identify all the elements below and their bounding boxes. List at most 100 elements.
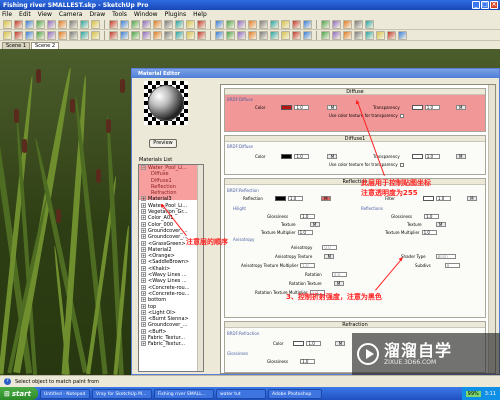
diffuse-color-value[interactable]: 1.0 [294, 105, 310, 110]
hiddenline-icon[interactable] [226, 30, 235, 40]
zoomextents-icon[interactable] [292, 19, 301, 29]
layers-scrollbar[interactable] [488, 85, 495, 373]
expand-icon[interactable]: + [141, 221, 146, 227]
diffuse1-header[interactable]: Diffuse1 [225, 136, 485, 142]
diffuse1-color-map-button[interactable]: M [327, 154, 338, 159]
anisotropy-value[interactable]: 0.0 [322, 245, 338, 250]
settings-icon[interactable] [387, 30, 396, 40]
undo-icon[interactable] [80, 30, 89, 40]
close-icon[interactable]: × [490, 1, 498, 9]
expand-icon[interactable]: + [141, 272, 146, 278]
tape-icon[interactable] [175, 19, 184, 29]
expand-icon[interactable]: + [141, 290, 146, 296]
reflection-map-button[interactable]: M [320, 196, 331, 201]
dimension-icon[interactable] [186, 19, 195, 29]
previous-icon[interactable] [303, 19, 312, 29]
user-icon[interactable] [120, 30, 129, 40]
expand-icon[interactable]: + [141, 328, 146, 334]
rotation-texture-map-button[interactable]: M [333, 281, 344, 286]
hilight-texture-map-button[interactable]: M [309, 222, 320, 227]
help-icon[interactable]: ? [4, 378, 11, 385]
reflections-glossiness-value[interactable]: 1.0 [424, 214, 440, 219]
save-icon[interactable] [25, 30, 34, 40]
select-icon[interactable] [3, 19, 12, 29]
zoom-icon[interactable] [270, 19, 279, 29]
tab-scene-1[interactable]: Scene 1 [2, 42, 31, 49]
task-water-tut[interactable]: water tut [216, 388, 266, 399]
expand-icon[interactable]: + [141, 196, 146, 202]
shadows-icon[interactable] [270, 30, 279, 40]
filter-map-button[interactable]: M [466, 196, 477, 201]
minimize-icon[interactable]: _ [472, 1, 480, 9]
expand-icon[interactable]: + [141, 335, 146, 341]
menu-item-plugins[interactable]: Plugins [165, 11, 187, 18]
diffuse1-color-swatch[interactable] [281, 154, 293, 159]
expand-icon[interactable]: + [141, 240, 146, 246]
paste-icon[interactable] [58, 30, 67, 40]
refraction-glossiness-value[interactable]: 1.0 [300, 359, 316, 364]
expand-icon[interactable]: + [141, 316, 146, 322]
expand-icon[interactable]: + [141, 215, 146, 221]
layers-icon[interactable] [332, 30, 341, 40]
materials-icon[interactable] [303, 30, 312, 40]
line-icon[interactable] [36, 19, 45, 29]
3dtext-icon[interactable] [237, 19, 246, 29]
task-vray[interactable]: Vray for SketchUp M... [92, 388, 152, 399]
menu-item-window[interactable]: Window [134, 11, 158, 18]
diffuse1-color-value[interactable]: 1.0 [294, 154, 310, 159]
expand-icon[interactable]: + [141, 202, 146, 208]
hilight-texture-multiplier-value[interactable]: 1.0 [297, 230, 313, 235]
expand-icon[interactable]: + [141, 227, 146, 233]
menu-item-help[interactable]: Help [193, 11, 207, 18]
expand-icon[interactable]: + [141, 209, 146, 215]
diffuse1-transparency-swatch[interactable] [411, 154, 423, 159]
shader-type-select[interactable]: Blinn [435, 254, 456, 259]
diffuse1-transparency-value[interactable]: 1.0 [424, 154, 440, 159]
polygon-icon[interactable] [80, 19, 89, 29]
xray-icon[interactable] [197, 30, 206, 40]
top-icon[interactable] [142, 30, 151, 40]
diffuse-header[interactable]: Diffuse [225, 89, 485, 95]
walk-icon[interactable] [343, 19, 352, 29]
move-icon[interactable] [109, 19, 118, 29]
freehand-icon[interactable] [91, 19, 100, 29]
arc-icon[interactable] [47, 19, 56, 29]
section-icon[interactable] [365, 19, 374, 29]
axes-icon[interactable] [226, 19, 235, 29]
protractor-icon[interactable] [197, 19, 206, 29]
components-icon[interactable] [292, 30, 301, 40]
diffuse-transparency-swatch[interactable] [411, 105, 423, 110]
diffuse-color-map-button[interactable]: M [327, 105, 338, 110]
expand-icon[interactable]: + [141, 322, 146, 328]
next-icon[interactable] [321, 19, 330, 29]
open-icon[interactable] [14, 30, 23, 40]
reflection-color-swatch[interactable] [274, 196, 286, 201]
front-icon[interactable] [153, 30, 162, 40]
back-icon[interactable] [175, 30, 184, 40]
material-item[interactable]: + Fabric_Textur... [139, 341, 203, 347]
menu-item-view[interactable]: View [38, 11, 52, 18]
shaded-icon[interactable] [237, 30, 246, 40]
circle-icon[interactable] [69, 19, 78, 29]
hilight-glossiness-value[interactable]: 1.0 [300, 214, 316, 219]
expand-icon[interactable]: + [141, 259, 146, 265]
expand-icon[interactable]: + [141, 246, 146, 252]
wireframe-icon[interactable] [215, 30, 224, 40]
reflections-texture-multiplier-value[interactable]: 1.0 [421, 230, 437, 235]
materials-list[interactable]: − Water_Pool_Li... Diffuse Diffuse1 Reflecti… [138, 164, 204, 372]
tab-scene-2[interactable]: Scene 2 [31, 42, 60, 49]
filter-color-swatch[interactable] [422, 196, 434, 201]
lookaround-icon[interactable] [354, 19, 363, 29]
diffuse1-transparency-map-button[interactable]: M [455, 154, 466, 159]
position-camera-icon[interactable] [332, 19, 341, 29]
left-icon[interactable] [186, 30, 195, 40]
start-button[interactable]: ⊞ start [0, 387, 38, 400]
refraction-color-value[interactable]: 1.0 [306, 341, 322, 346]
menu-item-camera[interactable]: Camera [59, 11, 83, 18]
filter-value[interactable]: 1.0 [435, 196, 451, 201]
anisotropy-texture-multiplier-value[interactable]: 1.0 [300, 263, 316, 268]
collapse-icon[interactable]: − [141, 165, 146, 170]
expand-icon[interactable]: + [141, 234, 146, 240]
new-icon[interactable] [3, 30, 12, 40]
subdivs-value[interactable]: 8 [444, 263, 460, 268]
